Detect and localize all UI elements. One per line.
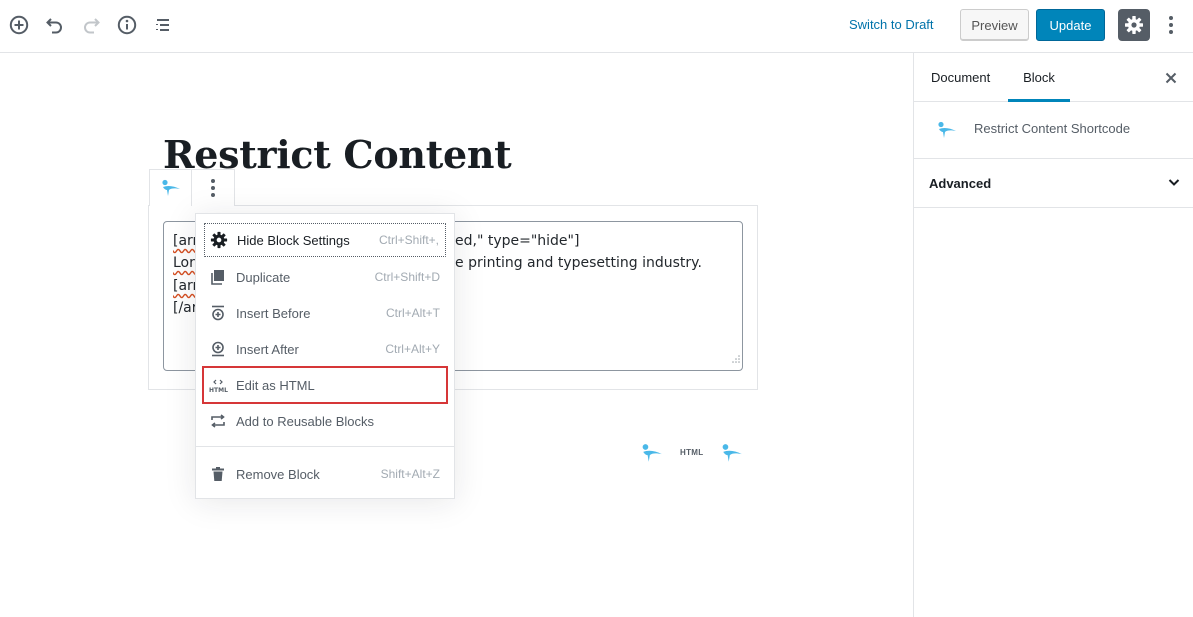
panel-title: Advanced [929, 176, 992, 191]
menu-item-label: Insert After [236, 341, 299, 357]
block-card-title: Restrict Content Shortcode [974, 121, 1131, 136]
code-line-1-tail: ed," type="hide"] [455, 233, 580, 249]
undo-icon[interactable] [42, 12, 68, 38]
menu-item-label: Edit as HTML [236, 377, 315, 393]
gear-icon [1125, 16, 1143, 34]
menu-item-shortcut: Shift+Alt+Z [380, 467, 440, 481]
tab-block[interactable]: Block [1008, 53, 1070, 102]
resize-handle-icon[interactable] [732, 350, 740, 368]
panel-advanced[interactable]: Advanced [914, 159, 1193, 208]
menu-item-shortcut: Ctrl+Alt+T [385, 306, 440, 320]
duplicate-icon [204, 269, 232, 285]
insert-before-icon [204, 305, 232, 321]
menu-item-edit-as-html[interactable]: HTML Edit as HTML [202, 366, 448, 404]
close-icon[interactable] [1162, 69, 1180, 87]
chevron-down-icon [1167, 175, 1181, 194]
more-options-icon[interactable] [1162, 12, 1180, 38]
svg-text:HTML: HTML [209, 387, 228, 393]
sidebar-tabs: Document Block [914, 53, 1193, 102]
menu-item-duplicate[interactable]: Duplicate Ctrl+Shift+D [204, 260, 446, 294]
restrict-content-block-icon [161, 179, 180, 196]
add-block-icon[interactable] [6, 12, 32, 38]
menu-item-shortcut: Ctrl+Alt+Y [385, 342, 440, 356]
block-card: Restrict Content Shortcode [914, 102, 1193, 159]
menu-item-label: Hide Block Settings [237, 232, 350, 248]
menu-item-remove-block[interactable]: Remove Block Shift+Alt+Z [204, 457, 446, 491]
restrict-content-block-icon [936, 120, 958, 145]
code-line-2-tail: e printing and typesetting industry. [455, 255, 702, 271]
menu-item-add-to-reusable[interactable]: Add to Reusable Blocks [204, 404, 446, 438]
insert-after-icon [204, 341, 232, 357]
preview-button[interactable]: Preview [960, 9, 1029, 41]
block-settings-menu: Hide Block Settings Ctrl+Shift+, Duplica… [195, 213, 455, 499]
menu-item-shortcut: Ctrl+Shift+D [374, 270, 440, 284]
menu-item-insert-after[interactable]: Insert After Ctrl+Alt+Y [204, 332, 446, 366]
settings-sidebar: Document Block Restrict Content Shortcod… [913, 53, 1193, 617]
block-more-options-button[interactable] [192, 170, 234, 206]
menu-item-label: Add to Reusable Blocks [236, 413, 375, 429]
restrict-content-inserter-icon-2[interactable] [720, 442, 744, 469]
block-navigation-icon[interactable] [150, 12, 176, 38]
code-line-4: [/ar [173, 300, 198, 316]
trash-icon [204, 466, 232, 482]
menu-item-label: Duplicate [236, 269, 291, 285]
editor-header-toolbar: Switch to Draft Preview Update [0, 0, 1193, 53]
block-toolbar [149, 169, 235, 206]
update-button[interactable]: Update [1036, 9, 1105, 41]
code-line-2: Lor [173, 255, 195, 271]
switch-to-draft-link[interactable]: Switch to Draft [849, 17, 934, 32]
html-inserter-icon[interactable]: HTML [680, 448, 703, 457]
menu-item-label: Remove Block [236, 466, 320, 482]
menu-item-insert-before[interactable]: Insert Before Ctrl+Alt+T [204, 296, 446, 330]
menu-item-hide-block-settings[interactable]: Hide Block Settings Ctrl+Shift+, [204, 223, 446, 257]
block-inserter-shortcuts: HTML [640, 442, 750, 466]
menu-item-label: Insert Before [236, 305, 311, 321]
redo-icon[interactable] [78, 12, 104, 38]
menu-separator [196, 446, 454, 447]
reusable-icon [204, 413, 232, 429]
menu-item-shortcut: Ctrl+Shift+, [378, 233, 439, 247]
info-icon[interactable] [114, 12, 140, 38]
gear-icon [205, 231, 233, 249]
block-switcher-button[interactable] [150, 170, 193, 206]
settings-toggle-button[interactable] [1118, 9, 1150, 41]
tab-document[interactable]: Document [931, 53, 990, 102]
restrict-content-inserter-icon[interactable] [640, 442, 664, 469]
more-options-icon [211, 179, 215, 197]
html-icon: HTML [204, 377, 232, 393]
